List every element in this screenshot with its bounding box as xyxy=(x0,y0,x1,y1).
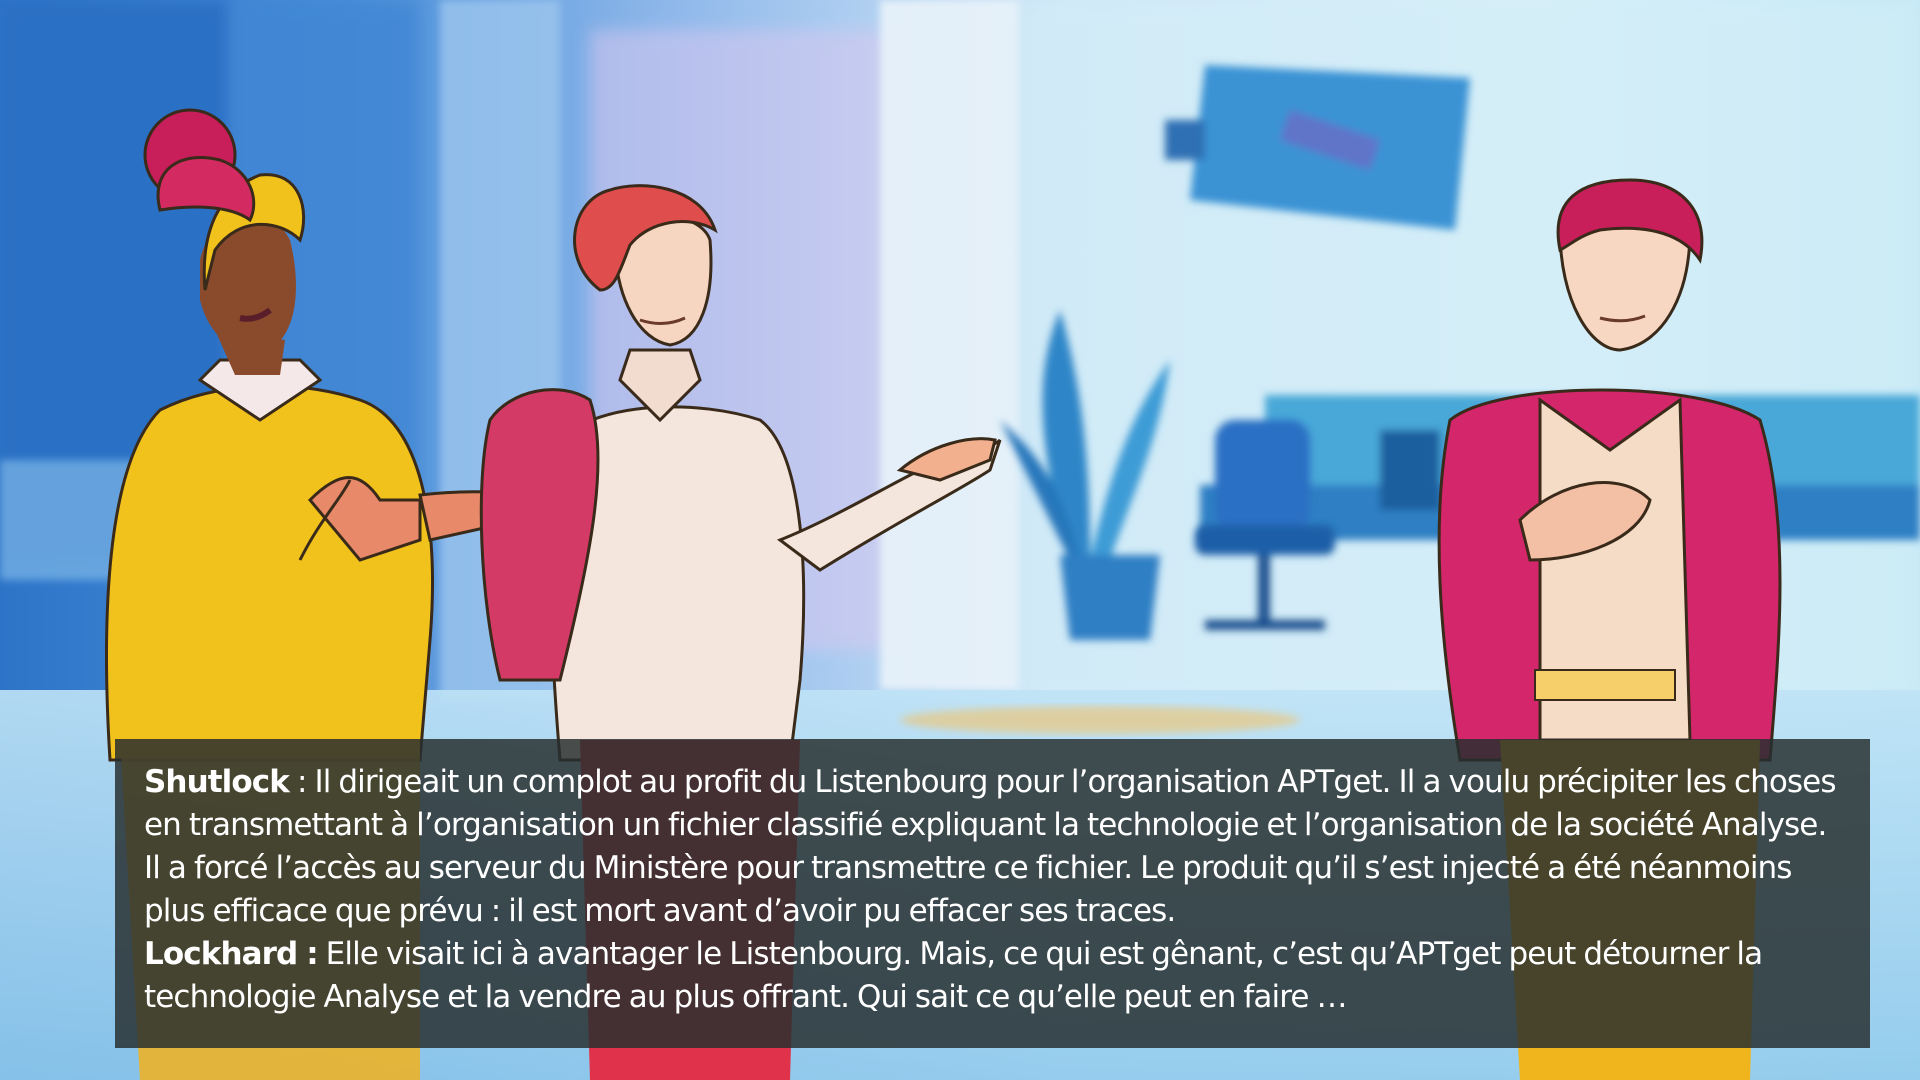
dialogue-box[interactable]: Shutlock : Il dirigeait un complot au pr… xyxy=(115,739,1870,1048)
speaker-name: Shutlock xyxy=(144,764,290,800)
dialogue-line-shutlock: Shutlock : Il dirigeait un complot au pr… xyxy=(144,761,1842,933)
dialogue-text: Elle visait ici à avantager le Listenbou… xyxy=(144,936,1763,1015)
dialogue-line-lockhard: Lockhard : Elle visait ici à avantager l… xyxy=(144,933,1842,1019)
speaker-name: Lockhard : xyxy=(144,936,319,972)
speaker-separator: : xyxy=(289,764,315,800)
dialogue-text: Il dirigeait un complot au profit du Lis… xyxy=(144,764,1836,929)
speaker-separator xyxy=(318,936,326,972)
